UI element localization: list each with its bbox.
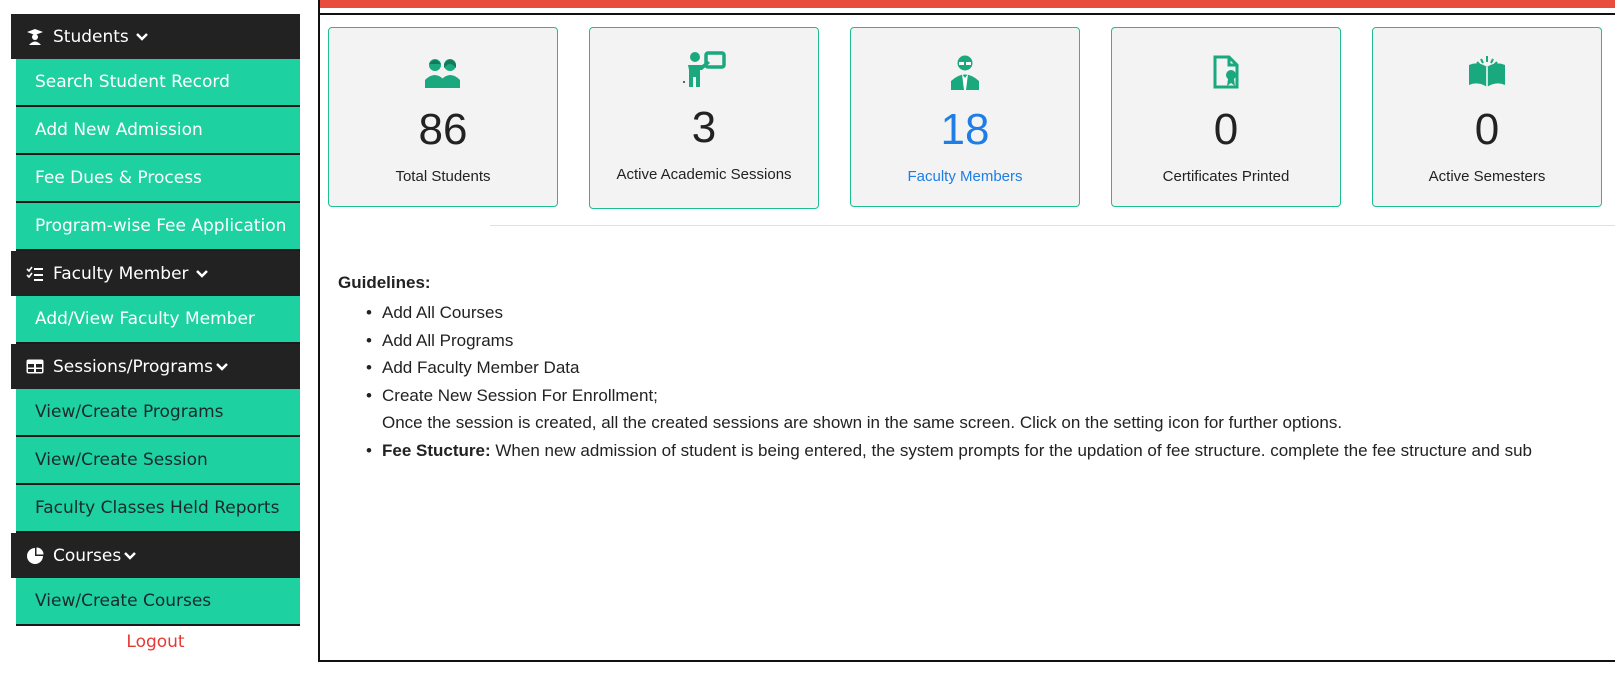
total-students-label: Total Students xyxy=(395,168,491,185)
stat-card-active-semesters[interactable]: 0 Active Semesters xyxy=(1372,27,1602,207)
students-icon xyxy=(329,50,557,94)
graduate-icon xyxy=(25,28,45,46)
active-semesters-value: 0 xyxy=(1474,105,1500,154)
sidebar-header-label: Faculty Member xyxy=(53,263,189,284)
active-academic-sessions-label: Active Academic Sessions xyxy=(616,166,792,183)
session-note: Once the session is created, all the cre… xyxy=(382,413,1343,432)
logout-link[interactable]: Logout xyxy=(11,632,300,652)
sidebar: Students Search Student Record Add New A… xyxy=(11,14,300,652)
sidebar-header-courses[interactable]: Courses xyxy=(11,533,300,578)
faculty-members-value: 18 xyxy=(940,105,990,154)
sidebar-item-faculty-classes-held-reports[interactable]: Faculty Classes Held Reports xyxy=(16,485,300,533)
sidebar-item-add-view-faculty-member[interactable]: Add/View Faculty Member xyxy=(16,296,300,344)
guidelines-list: Add All Courses Add All Programs Add Fac… xyxy=(338,299,1615,464)
sidebar-item-view-create-courses[interactable]: View/Create Courses xyxy=(16,578,300,626)
stat-card-faculty-members[interactable]: 18 Faculty Members xyxy=(850,27,1080,207)
fee-structure-text: When new admission of student is being e… xyxy=(490,440,1532,460)
sidebar-header-sessions-programs[interactable]: Sessions/Programs xyxy=(11,344,300,389)
fee-structure-label: Fee Stucture: xyxy=(382,440,491,460)
list-item: Create New Session For Enrollment; xyxy=(366,382,1615,410)
certificates-printed-value: 0 xyxy=(1213,105,1239,154)
sidebar-item-search-student-record[interactable]: Search Student Record xyxy=(16,59,300,107)
top-divider xyxy=(320,13,1615,15)
section-divider xyxy=(490,225,1615,226)
sidebar-item-program-wise-fee-application[interactable]: Program-wise Fee Application xyxy=(16,203,300,251)
certificate-icon xyxy=(1112,50,1340,94)
chevron-down-icon xyxy=(195,269,209,279)
sidebar-header-students[interactable]: Students xyxy=(11,14,300,59)
pie-chart-icon xyxy=(25,547,45,565)
main-panel: 86 Total Students 3 Active Academic Sess… xyxy=(318,0,1615,662)
faculty-members-label[interactable]: Faculty Members xyxy=(851,168,1079,185)
active-academic-sessions-value: 3 xyxy=(691,103,717,152)
top-accent-bar xyxy=(320,0,1615,8)
guidelines-section: Guidelines: Add All Courses Add All Prog… xyxy=(338,273,1615,464)
chevron-down-icon xyxy=(135,32,149,42)
stat-card-total-students[interactable]: 86 Total Students xyxy=(328,27,558,207)
chevron-down-icon xyxy=(215,362,229,372)
table-icon xyxy=(25,358,45,376)
list-item-fee-structure: Fee Stucture: When new admission of stud… xyxy=(366,437,1615,465)
sidebar-item-add-new-admission[interactable]: Add New Admission xyxy=(16,107,300,155)
certificates-printed-label: Certificates Printed xyxy=(1162,168,1290,185)
sidebar-item-fee-dues-process[interactable]: Fee Dues & Process xyxy=(16,155,300,203)
list-item: Add All Programs xyxy=(366,327,1615,355)
stat-card-active-academic-sessions[interactable]: 3 Active Academic Sessions xyxy=(589,27,819,209)
sidebar-header-label: Students xyxy=(53,26,129,47)
guidelines-title: Guidelines: xyxy=(338,273,431,292)
chevron-down-icon xyxy=(123,551,137,561)
sidebar-header-label: Sessions/Programs xyxy=(53,356,214,377)
sidebar-item-view-create-session[interactable]: View/Create Session xyxy=(16,437,300,485)
checklist-icon xyxy=(25,265,45,283)
sidebar-header-label: Courses xyxy=(53,545,122,566)
book-icon xyxy=(1373,50,1601,94)
total-students-value: 86 xyxy=(418,105,468,154)
list-item: Add All Courses xyxy=(366,299,1615,327)
active-semesters-label: Active Semesters xyxy=(1428,168,1546,185)
stat-card-certificates-printed[interactable]: 0 Certificates Printed xyxy=(1111,27,1341,207)
sidebar-header-faculty-member[interactable]: Faculty Member xyxy=(11,251,300,296)
teacher-board-icon xyxy=(590,48,818,92)
list-item: Add Faculty Member Data xyxy=(366,354,1615,382)
sidebar-item-view-create-programs[interactable]: View/Create Programs xyxy=(16,389,300,437)
faculty-icon xyxy=(851,50,1079,94)
